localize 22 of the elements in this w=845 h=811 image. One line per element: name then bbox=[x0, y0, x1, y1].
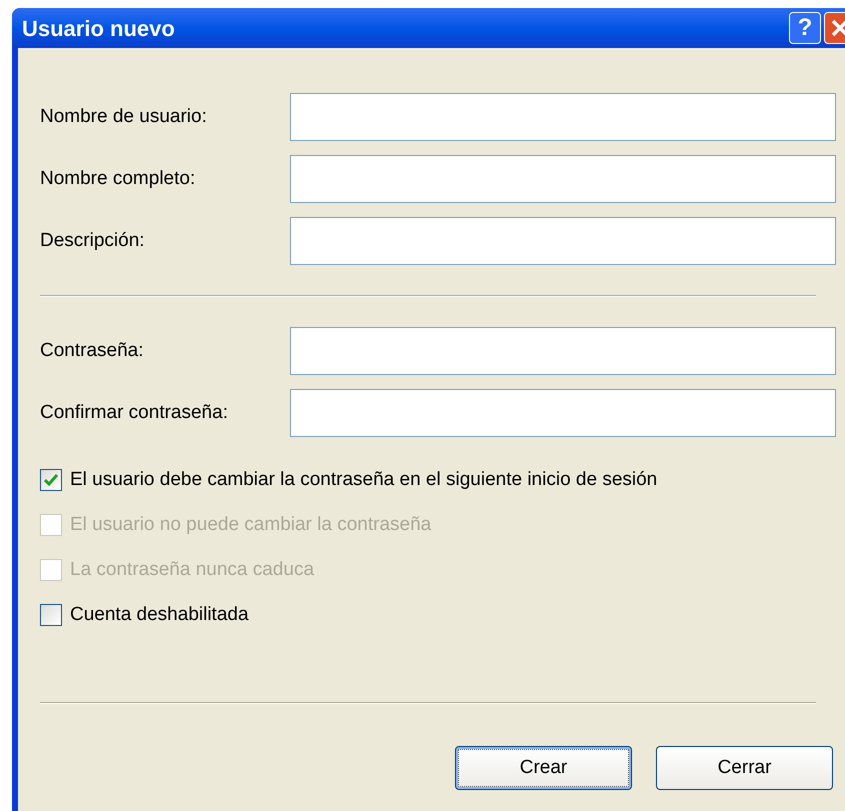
dialog-button[interactable]: Crear bbox=[455, 746, 632, 790]
input-field[interactable] bbox=[290, 217, 836, 265]
window-title: Usuario nuevo bbox=[22, 14, 176, 42]
field-label: Nombre de usuario: bbox=[40, 104, 208, 129]
checkbox-label: Cuenta deshabilitada bbox=[70, 602, 249, 627]
field-label: Nombre completo: bbox=[40, 166, 196, 191]
checkbox-label: El usuario no puede cambiar la contraseña bbox=[70, 512, 432, 537]
input-field[interactable] bbox=[290, 93, 836, 141]
checkbox[interactable] bbox=[40, 469, 62, 491]
checkbox-label: La contraseña nunca caduca bbox=[70, 558, 314, 582]
checkbox-label: El usuario debe cambiar la contraseña en el siguiente inicio de sesión bbox=[70, 468, 658, 492]
close-icon bbox=[830, 18, 845, 38]
input-field[interactable] bbox=[290, 155, 836, 203]
field-label: Descripción: bbox=[40, 228, 146, 253]
field-label: Contraseña: bbox=[40, 338, 145, 363]
field-label: Confirmar contraseña: bbox=[40, 400, 229, 425]
input-field[interactable] bbox=[290, 327, 836, 375]
input-field[interactable] bbox=[290, 389, 836, 437]
checkbox[interactable] bbox=[40, 604, 62, 626]
help-button[interactable]: ? bbox=[789, 12, 821, 44]
dialog-button[interactable]: Cerrar bbox=[656, 746, 833, 790]
checkmark-icon bbox=[44, 474, 58, 486]
